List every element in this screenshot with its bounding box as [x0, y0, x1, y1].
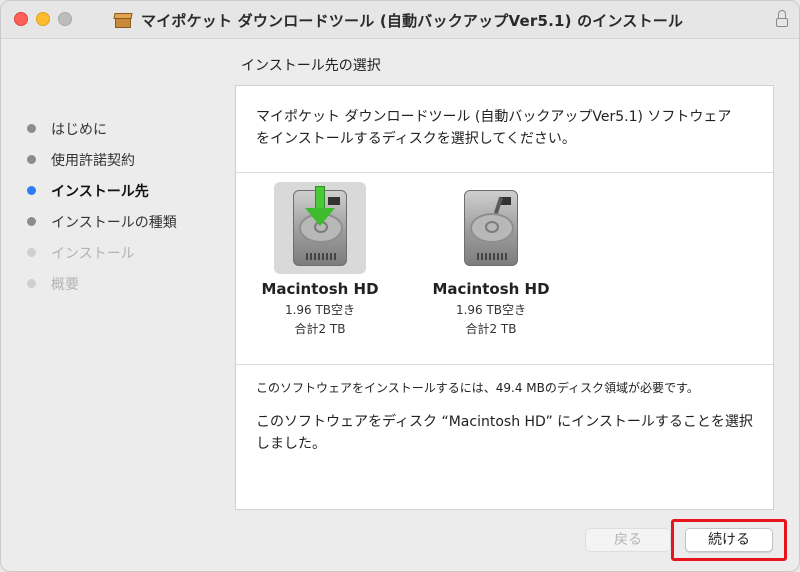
install-arrow-icon	[305, 186, 335, 228]
step-installation-type: インストールの種類	[27, 206, 217, 237]
disk-total-space: 合計2 TB	[294, 322, 346, 336]
disk-space-requirement: このソフトウェアをインストールするには、49.4 MBのディスク領域が必要です。	[256, 381, 699, 395]
divider	[236, 172, 773, 173]
hard-disk-icon	[464, 190, 518, 266]
minimize-window-button[interactable]	[36, 12, 50, 26]
step-dot-icon	[27, 186, 36, 195]
section-title: インストール先の選択	[241, 58, 381, 74]
disk-selection-tile[interactable]	[445, 182, 537, 274]
step-dot-icon	[27, 279, 36, 288]
lock-icon[interactable]	[775, 10, 789, 28]
disk-name: Macintosh HD	[261, 280, 379, 298]
divider	[236, 364, 773, 365]
selection-message: このソフトウェアをディスク “Macintosh HD” にインストールすること…	[256, 414, 753, 452]
step-install: インストール	[27, 237, 217, 268]
disk-option[interactable]: Macintosh HD 1.96 TB空き 合計2 TB	[426, 182, 556, 337]
step-label: はじめに	[51, 121, 107, 138]
step-summary: 概要	[27, 268, 217, 299]
step-label: インストール先	[51, 183, 149, 200]
disk-option-selected[interactable]: Macintosh HD 1.96 TB空き 合計2 TB	[255, 182, 385, 337]
disk-total-space: 合計2 TB	[465, 322, 517, 336]
step-license: 使用許諾契約	[27, 144, 217, 175]
back-button[interactable]: 戻る	[585, 528, 671, 552]
title-group: マイポケット ダウンロードツール (自動バックアップVer5.1) のインストー…	[113, 9, 683, 31]
installer-steps: はじめに 使用許諾契約 インストール先 インストールの種類 インストール 概要	[27, 113, 217, 299]
disk-name: Macintosh HD	[432, 280, 550, 298]
window-title: マイポケット ダウンロードツール (自動バックアップVer5.1) のインストー…	[141, 11, 684, 30]
destination-panel: マイポケット ダウンロードツール (自動バックアップVer5.1) ソフトウェア…	[235, 85, 774, 510]
step-dot-icon	[27, 248, 36, 257]
disk-free-space: 1.96 TB空き	[284, 303, 356, 317]
title-bar: マイポケット ダウンロードツール (自動バックアップVer5.1) のインストー…	[1, 1, 799, 39]
close-window-button[interactable]	[14, 12, 28, 26]
step-label: インストール	[51, 245, 135, 262]
highlight-box	[671, 519, 787, 561]
intro-text: マイポケット ダウンロードツール (自動バックアップVer5.1) ソフトウェア…	[256, 109, 732, 147]
step-dot-icon	[27, 124, 36, 133]
step-label: 概要	[51, 276, 79, 293]
step-dot-icon	[27, 217, 36, 226]
step-destination: インストール先	[27, 175, 217, 206]
disk-selection-tile[interactable]	[274, 182, 366, 274]
zoom-window-button[interactable]	[58, 12, 72, 26]
step-introduction: はじめに	[27, 113, 217, 144]
step-label: インストールの種類	[51, 214, 177, 231]
installer-window: マイポケット ダウンロードツール (自動バックアップVer5.1) のインストー…	[0, 0, 800, 572]
step-label: 使用許諾契約	[51, 152, 135, 169]
step-dot-icon	[27, 155, 36, 164]
disk-free-space: 1.96 TB空き	[455, 303, 527, 317]
package-icon	[113, 11, 133, 29]
